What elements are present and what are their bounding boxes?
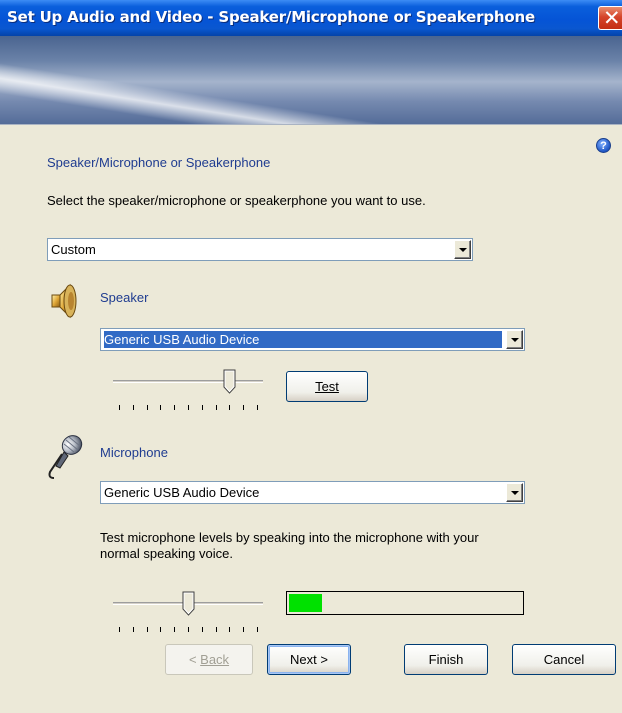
- slider-tick: [147, 627, 148, 632]
- microphone-icon: [48, 435, 83, 479]
- chevron-down-icon[interactable]: [506, 330, 523, 349]
- slider-tick: [119, 627, 120, 632]
- microphone-device-select[interactable]: Generic USB Audio Device: [100, 481, 525, 504]
- speaker-volume-thumb[interactable]: [223, 369, 236, 394]
- slider-tick: [188, 627, 189, 632]
- slider-tick: [174, 405, 175, 410]
- finish-button[interactable]: Finish: [404, 644, 488, 675]
- microphone-hint-line-1: Test microphone levels by speaking into …: [100, 530, 479, 545]
- banner-streak: [0, 60, 622, 124]
- slider-tick: [160, 627, 161, 632]
- slider-tick: [257, 405, 258, 410]
- next-button-label: Next >: [290, 652, 328, 667]
- test-speaker-button[interactable]: Test: [286, 371, 368, 402]
- slider-tick: [174, 627, 175, 632]
- close-icon: ✕: [603, 6, 621, 30]
- slider-tick: [202, 405, 203, 410]
- section-heading: Speaker/Microphone or Speakerphone: [47, 155, 271, 170]
- speaker-device-value: Generic USB Audio Device: [104, 331, 502, 348]
- help-icon[interactable]: ?: [596, 138, 611, 153]
- microphone-label: Microphone: [100, 445, 168, 460]
- microphone-hint-line-2: normal speaking voice.: [100, 546, 233, 561]
- next-button[interactable]: Next >: [267, 644, 351, 675]
- cancel-button[interactable]: Cancel: [512, 644, 616, 675]
- slider-tick: [216, 405, 217, 410]
- chevron-down-icon[interactable]: [454, 240, 471, 259]
- slider-tick: [147, 405, 148, 410]
- microphone-device-value: Generic USB Audio Device: [104, 485, 260, 500]
- slider-tick: [229, 405, 230, 410]
- header-banner: [0, 36, 622, 125]
- cancel-button-label: Cancel: [543, 652, 585, 667]
- microphone-level-fill: [289, 594, 322, 612]
- back-button[interactable]: < Back: [165, 644, 253, 675]
- slider-tick: [243, 627, 244, 632]
- test-button-label: Test: [315, 379, 339, 394]
- back-label-text: Back: [200, 652, 230, 667]
- slider-tick: [257, 627, 258, 632]
- speaker-device-select[interactable]: Generic USB Audio Device: [100, 328, 525, 351]
- microphone-volume-thumb[interactable]: [182, 591, 195, 616]
- slider-tick: [119, 405, 120, 410]
- speaker-label: Speaker: [100, 290, 149, 305]
- window-title: Set Up Audio and Video - Speaker/Microph…: [7, 8, 535, 26]
- chevron-down-icon[interactable]: [506, 483, 523, 502]
- instruction-text: Select the speaker/microphone or speaker…: [47, 193, 426, 208]
- title-bar[interactable]: Set Up Audio and Video - Speaker/Microph…: [0, 0, 622, 36]
- slider-tick: [229, 627, 230, 632]
- slider-tick: [202, 627, 203, 632]
- slider-tick: [160, 405, 161, 410]
- microphone-level-meter: [286, 591, 524, 615]
- slider-tick: [133, 405, 134, 410]
- speaker-volume-track[interactable]: [113, 380, 263, 383]
- device-profile-value: Custom: [51, 242, 96, 257]
- slider-tick: [133, 627, 134, 632]
- device-profile-select[interactable]: Custom: [47, 238, 473, 261]
- slider-tick: [188, 405, 189, 410]
- speaker-icon: [51, 283, 77, 319]
- slider-tick: [243, 405, 244, 410]
- close-button[interactable]: ✕: [598, 6, 622, 30]
- back-button-label: < Back: [188, 652, 230, 667]
- slider-tick: [216, 627, 217, 632]
- finish-button-label: Finish: [428, 652, 464, 667]
